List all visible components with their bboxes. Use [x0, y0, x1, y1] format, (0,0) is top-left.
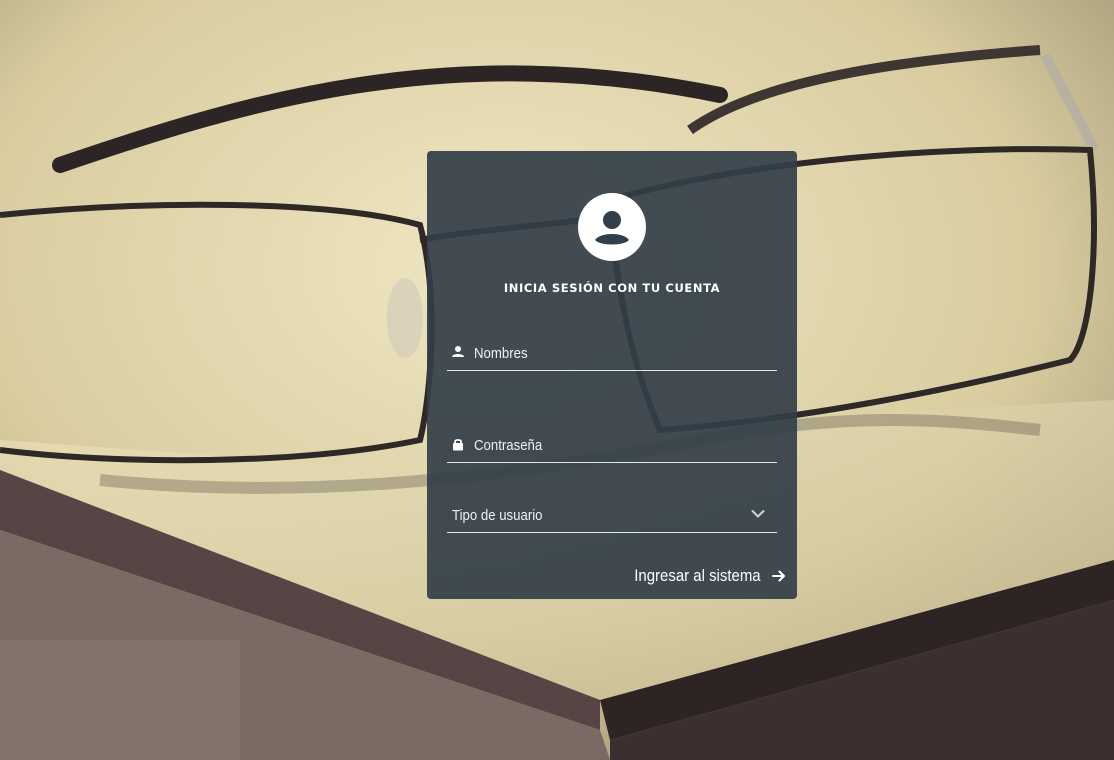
- user-type-select[interactable]: Tipo de usuario: [447, 499, 777, 533]
- submit-button[interactable]: Ingresar al sistema: [617, 562, 787, 590]
- arrow-right-icon: [772, 570, 785, 582]
- login-card: INICIA SESIÓN CON TU CUENTA Tipo de usua…: [427, 151, 797, 599]
- login-title: INICIA SESIÓN CON TU CUENTA: [503, 281, 721, 295]
- password-input[interactable]: [474, 429, 738, 462]
- lock-icon: [453, 439, 463, 451]
- person-icon: [452, 346, 464, 357]
- username-input[interactable]: [474, 337, 738, 370]
- user-type-label: Tipo de usuario: [452, 507, 543, 524]
- chevron-down-icon: [751, 510, 765, 518]
- submit-label: Ingresar al sistema: [634, 566, 761, 585]
- password-field[interactable]: [447, 429, 777, 463]
- username-field[interactable]: [447, 337, 777, 371]
- user-circle-icon: [578, 193, 646, 261]
